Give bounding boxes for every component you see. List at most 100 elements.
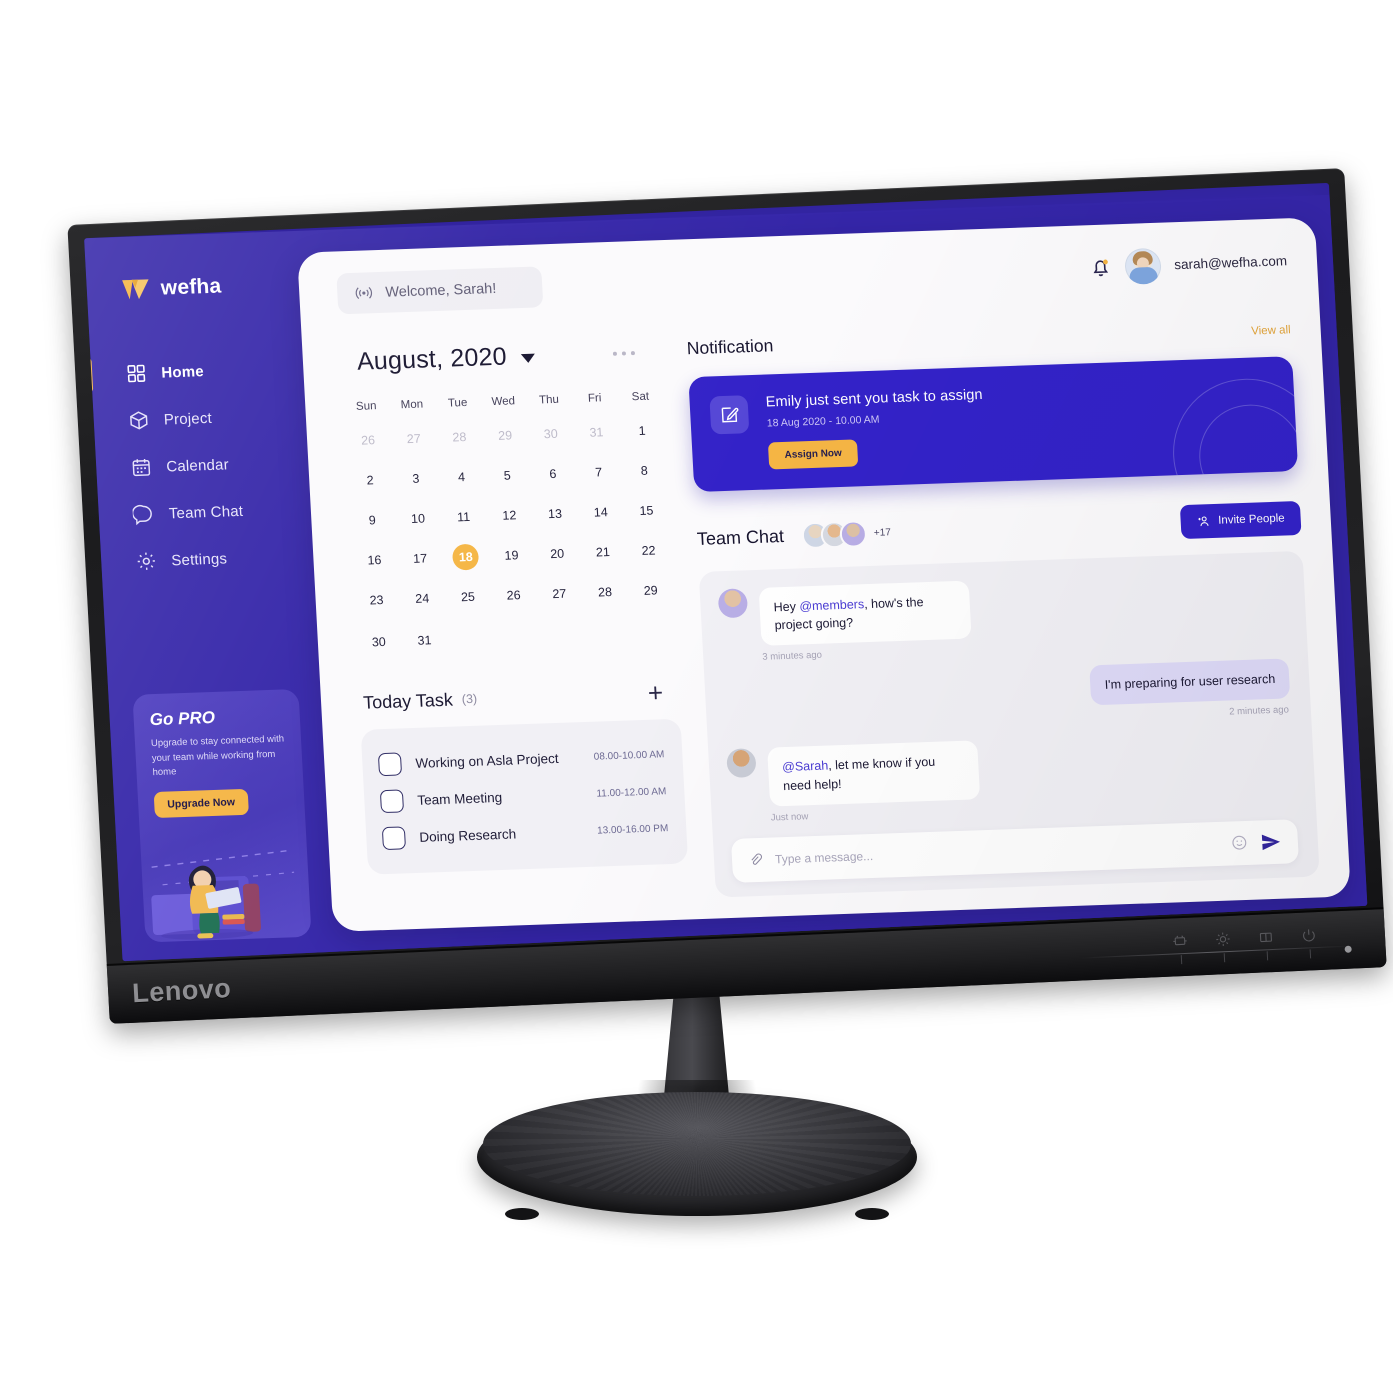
smiley-icon[interactable]: [1230, 834, 1248, 852]
calendar-day-cell[interactable]: 16: [351, 540, 399, 582]
sidebar-item-settings[interactable]: Settings: [101, 544, 314, 573]
notification-body: Emily just sent you task to assign 18 Au…: [765, 387, 986, 470]
calendar-day-cell[interactable]: 21: [579, 532, 627, 574]
calendar-day-cell[interactable]: 12: [485, 495, 533, 537]
more-dots-icon[interactable]: [612, 350, 636, 356]
calendar-day-cell[interactable]: 11: [440, 496, 488, 538]
calendar-day-number: 3: [412, 471, 420, 486]
calendar-day-number: 14: [593, 505, 609, 520]
calendar-day-cell[interactable]: 20: [533, 533, 581, 575]
calendar-day-cell[interactable]: 15: [623, 490, 671, 532]
assign-now-button[interactable]: Assign Now: [767, 439, 859, 470]
calendar-day-cell[interactable]: 31: [573, 412, 621, 454]
calendar-day-cell[interactable]: 28: [436, 416, 484, 458]
sidebar-item-project[interactable]: Project: [93, 404, 306, 433]
paperclip-icon[interactable]: [748, 852, 764, 868]
calendar-day-number: 17: [412, 551, 428, 566]
calendar-weekday: Sat: [631, 390, 650, 404]
calendar-day-cell[interactable]: 18: [442, 536, 490, 578]
sidebar-item-calendar[interactable]: Calendar: [96, 451, 309, 480]
calendar-day-number: [502, 622, 529, 649]
calendar-day-cell[interactable]: 22: [625, 530, 673, 572]
calendar-day-cell[interactable]: 10: [394, 498, 442, 540]
view-all-link[interactable]: View all: [1251, 324, 1291, 337]
message-input[interactable]: [774, 836, 1220, 867]
osd-layout-button[interactable]: [1258, 929, 1276, 961]
calendar-day-number: 23: [369, 592, 384, 608]
calendar-day-cell[interactable]: 31: [400, 618, 448, 663]
sidebar-item-team-chat[interactable]: Team Chat: [98, 497, 311, 526]
upgrade-now-button[interactable]: Upgrade Now: [153, 788, 249, 819]
layout-icon: [1259, 932, 1272, 943]
calendar-day-cell[interactable]: 19: [488, 535, 536, 577]
calendar-day-cell[interactable]: 28: [581, 571, 629, 613]
calendar-day-cell[interactable]: 24: [398, 578, 446, 620]
mention-tag[interactable]: @Sarah: [782, 759, 829, 775]
photo-canvas: Lenovo wefha Home Project Calendar Team …: [0, 0, 1393, 1393]
send-icon[interactable]: [1259, 830, 1282, 853]
calendar-header: August, 2020: [356, 337, 661, 377]
osd-tick: [1180, 955, 1182, 965]
calendar-day-cell[interactable]: 17: [396, 538, 444, 580]
member-avatar-stack[interactable]: +17: [801, 519, 891, 549]
bell-icon[interactable]: [1089, 255, 1113, 279]
calendar-day-cell[interactable]: 7: [575, 452, 623, 494]
calendar-day-cell[interactable]: 8: [620, 450, 668, 492]
calendar-day-cell[interactable]: 29: [627, 570, 675, 612]
calendar-day-number: 9: [368, 513, 377, 528]
sidebar-item-home[interactable]: Home: [91, 357, 304, 386]
calendar-day-cell: [446, 616, 494, 661]
calendar-day-cell[interactable]: 30: [355, 619, 403, 664]
calendar-day-cell[interactable]: 4: [438, 456, 486, 498]
avatar[interactable]: [1124, 247, 1163, 285]
calendar-day-cell[interactable]: 27: [390, 418, 438, 460]
calendar-weekday: Thu: [538, 393, 560, 407]
calendar-day-cell[interactable]: 3: [392, 458, 440, 500]
brand-name: wefha: [160, 274, 222, 300]
calendar-day-cell[interactable]: 30: [527, 413, 575, 455]
chat-thread: Hey @members, how's the project going? 3…: [698, 550, 1320, 898]
calendar-day-cell[interactable]: 26: [344, 420, 392, 462]
calendar-day-cell[interactable]: 9: [348, 500, 396, 542]
brand[interactable]: wefha: [86, 271, 299, 304]
calendar-day-cell[interactable]: 25: [444, 576, 492, 618]
today-task-title: Today Task: [362, 689, 454, 713]
message-composer[interactable]: [730, 818, 1300, 883]
calendar-day-cell[interactable]: 23: [353, 579, 401, 621]
calendar-day-number: 30: [543, 426, 559, 442]
invite-people-button[interactable]: Invite People: [1179, 500, 1302, 540]
calendar-day-number: [593, 619, 620, 646]
mention-tag[interactable]: @members: [799, 597, 865, 613]
edit-square-icon: [721, 407, 739, 423]
plus-icon[interactable]: +: [647, 677, 664, 707]
go-pro-title: Go PRO: [149, 707, 216, 730]
today-task-header: Today Task (3) +: [362, 677, 679, 716]
calendar-day-cell: [583, 611, 631, 656]
calendar-day-cell[interactable]: 5: [483, 455, 531, 497]
calendar-day-cell[interactable]: 14: [577, 492, 625, 534]
task-checkbox[interactable]: [379, 789, 405, 814]
calendar-day-cell[interactable]: 1: [618, 410, 666, 452]
calendar-day-number: 4: [457, 470, 466, 485]
grid-icon: [127, 364, 146, 383]
osd-input-source-button[interactable]: [1172, 933, 1190, 965]
calendar-day-number: 29: [643, 583, 659, 598]
calendar-day-cell[interactable]: 6: [529, 453, 577, 495]
calendar-day-cell[interactable]: 13: [531, 493, 579, 535]
calendar-day-cell[interactable]: 2: [346, 460, 394, 502]
invite-people-label: Invite People: [1217, 512, 1285, 527]
osd-brightness-button[interactable]: [1215, 931, 1233, 963]
task-checkbox[interactable]: [381, 826, 407, 851]
calendar-day-cell[interactable]: 27: [535, 573, 583, 615]
go-pro-card[interactable]: Go PRO Upgrade to stay connected with yo…: [132, 688, 312, 943]
caret-down-icon[interactable]: [520, 353, 536, 364]
calendar-day-cell[interactable]: 26: [490, 575, 538, 617]
sidebar-item-label: Home: [160, 362, 205, 382]
calendar-day-cell: [538, 613, 586, 658]
calendar-weekday: Tue: [447, 396, 468, 410]
calendar-day-number: 16: [367, 553, 382, 568]
task-checkbox[interactable]: [377, 752, 403, 777]
osd-power-button[interactable]: [1300, 927, 1318, 959]
calendar-day-cell[interactable]: 29: [481, 415, 529, 457]
notification-card[interactable]: Emily just sent you task to assign 18 Au…: [688, 356, 1299, 493]
